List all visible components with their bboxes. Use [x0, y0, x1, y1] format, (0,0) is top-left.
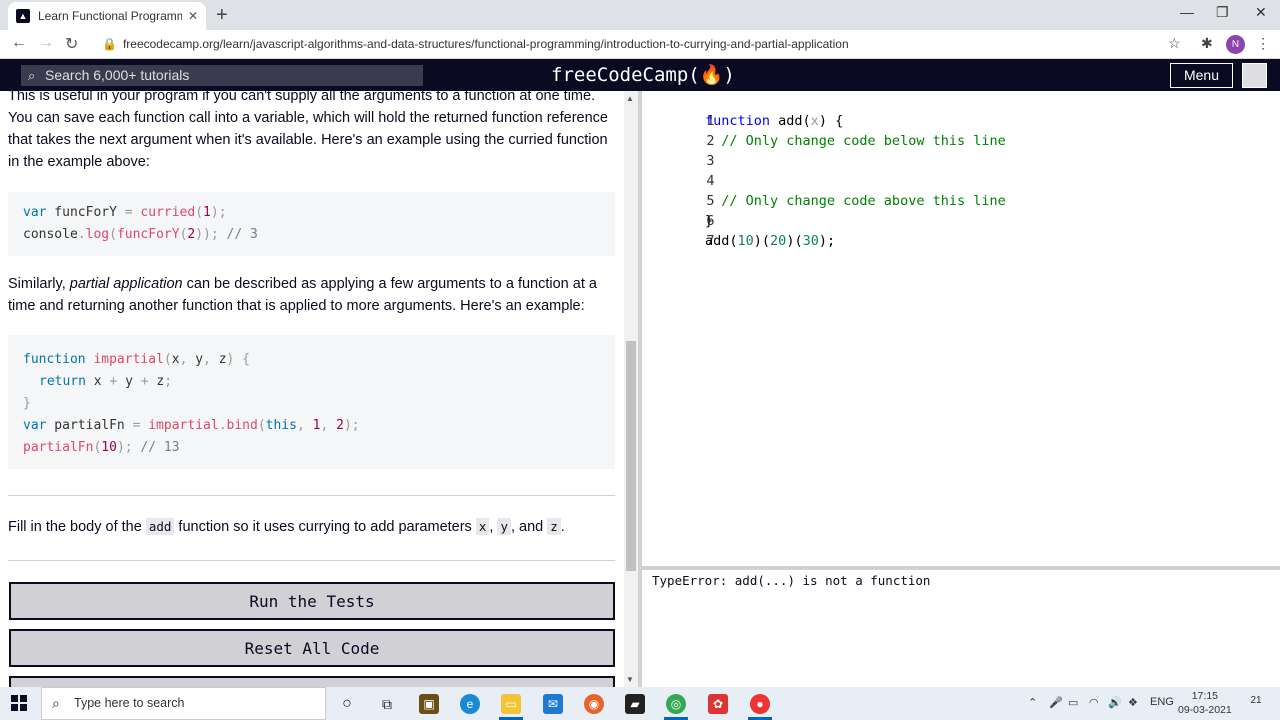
fcc-navbar: ⌕ Search 6,000+ tutorials freeCodeCamp(🔥… [0, 59, 1280, 91]
code-line: console.log(funcForY(2)); // 3 [23, 227, 258, 242]
editor-line: 5 // Only change code above this line [705, 193, 1006, 209]
taskbar-search-input[interactable]: ⌕ Type here to search [41, 687, 326, 720]
get-help-button[interactable] [9, 676, 615, 687]
browser-tab[interactable]: ▲ Learn Functional Programming: ✕ [8, 2, 206, 30]
tray-expand-icon[interactable]: ⌃ [1028, 696, 1037, 709]
mail-icon[interactable]: ✉ [543, 694, 563, 714]
divider [8, 495, 615, 496]
windows-start-icon[interactable] [11, 695, 27, 711]
tab-title: Learn Functional Programming: [38, 9, 182, 23]
search-icon: ⌕ [28, 68, 36, 83]
file-explorer-icon[interactable]: ▭ [501, 694, 521, 714]
notification-count: 21 [1250, 695, 1262, 706]
code-line: } [23, 396, 31, 411]
edge-icon[interactable]: e [460, 694, 480, 714]
editor-line: 7 add(10)(20)(30); [705, 233, 836, 249]
app-icon[interactable]: ✿ [708, 694, 728, 714]
url-field[interactable]: 🔒 freecodecamp.org/learn/javascript-algor… [102, 37, 849, 51]
search-placeholder: Search 6,000+ tutorials [45, 67, 190, 83]
divider [8, 560, 615, 561]
lesson-scrollbar[interactable]: ▲ ▼ [624, 91, 638, 687]
wifi-icon[interactable]: ◠ [1089, 696, 1099, 709]
microphone-icon[interactable]: 🎤 [1049, 696, 1063, 709]
code-line: return x + y + z; [39, 374, 173, 389]
lesson-instructions: Fill in the body of the add function so … [8, 518, 565, 535]
search-input[interactable]: ⌕ Search 6,000+ tutorials [21, 65, 423, 86]
scroll-down-arrow-icon[interactable]: ▼ [626, 675, 634, 684]
dropbox-icon[interactable]: ❖ [1128, 696, 1138, 709]
lesson-paragraph-2: Similarly, partial application can be de… [8, 276, 597, 314]
editor-line: 6} [705, 213, 715, 229]
url-text: freecodecamp.org/learn/javascript-algori… [122, 37, 849, 51]
browser-tab-bar: ▲ Learn Functional Programming: ✕ + — ❐ … [0, 0, 1280, 30]
extensions-icon[interactable]: ✱ [1201, 35, 1213, 52]
code-example-partial: function impartial(x, y, z) { return x +… [8, 335, 615, 469]
taskbar-search-placeholder: Type here to search [74, 696, 185, 710]
reload-icon[interactable]: ↻ [65, 34, 78, 54]
notification-center-icon[interactable]: 21 [1245, 695, 1267, 712]
browser-menu-icon[interactable]: ⋮ [1256, 35, 1270, 52]
reset-code-button[interactable]: Reset All Code [9, 629, 615, 667]
editor-line: 2 // Only change code below this line [705, 133, 1006, 149]
console-error-text: TypeError: add(...) is not a function [652, 573, 931, 588]
new-tab-button[interactable]: + [216, 4, 228, 27]
code-line: partialFn(10); // 13 [23, 440, 180, 455]
editor-line: 1 function add(x) { [705, 113, 844, 129]
search-icon: ⌕ [52, 695, 60, 711]
clock[interactable]: 17:15 09-03-2021 [1178, 689, 1232, 717]
cortana-icon[interactable]: ○ [337, 694, 357, 714]
windows-taskbar: ⌕ Type here to search ○ ⧉ ▣ e ▭ ✉ ◉ ▰ ◎ … [0, 687, 1280, 720]
sticky-notes-icon[interactable]: ▰ [625, 694, 645, 714]
address-bar: ← → ↻ 🔒 freecodecamp.org/learn/javascript… [0, 30, 1280, 59]
tab-close-icon[interactable]: ✕ [188, 9, 198, 23]
console-output: TypeError: add(...) is not a function [642, 570, 1280, 687]
clock-date: 09-03-2021 [1178, 704, 1232, 716]
lesson-panel: This is useful in your program if you ca… [0, 91, 624, 687]
volume-icon[interactable]: 🔊 [1108, 696, 1122, 709]
fcc-logo[interactable]: freeCodeCamp(🔥) [551, 63, 735, 86]
fcc-favicon-icon: ▲ [16, 9, 30, 23]
lock-icon: 🔒 [102, 37, 117, 51]
profile-avatar[interactable]: N [1226, 35, 1245, 54]
run-tests-button[interactable]: Run the Tests [9, 582, 615, 620]
firefox-icon[interactable]: ◉ [584, 694, 604, 714]
code-editor[interactable]: 1 function add(x) { 2 // Only change code… [642, 91, 1280, 566]
editor-line: 4 [706, 173, 715, 189]
scroll-thumb[interactable] [626, 341, 636, 571]
close-window-button[interactable]: ✕ [1255, 4, 1267, 21]
code-line: function impartial(x, y, z) { [23, 352, 251, 367]
chrome-icon[interactable]: ◎ [666, 694, 686, 714]
bookmark-star-icon[interactable]: ☆ [1168, 35, 1181, 52]
lesson-paragraph-1: This is useful in your program if you ca… [8, 91, 608, 170]
forward-arrow-icon[interactable]: → [38, 34, 54, 52]
code-line: var funcForY = curried(1); [23, 205, 227, 220]
recorder-icon[interactable]: ● [750, 694, 770, 714]
menu-button[interactable]: Menu [1170, 63, 1233, 88]
store-icon[interactable]: ▣ [419, 694, 439, 714]
maximize-button[interactable]: ❐ [1216, 4, 1229, 21]
minimize-button[interactable]: — [1180, 4, 1194, 20]
clock-time: 17:15 [1191, 690, 1218, 702]
scroll-up-arrow-icon[interactable]: ▲ [626, 94, 634, 103]
code-line: var partialFn = impartial.bind(this, 1, … [23, 418, 360, 433]
user-avatar[interactable] [1242, 63, 1267, 88]
code-example-curried: var funcForY = curried(1); console.log(f… [8, 192, 615, 256]
battery-icon[interactable]: ▭ [1068, 696, 1078, 709]
task-view-icon[interactable]: ⧉ [377, 694, 397, 714]
language-indicator[interactable]: ENG [1150, 696, 1174, 708]
back-arrow-icon[interactable]: ← [11, 34, 27, 52]
editor-line: 3 [706, 153, 715, 169]
